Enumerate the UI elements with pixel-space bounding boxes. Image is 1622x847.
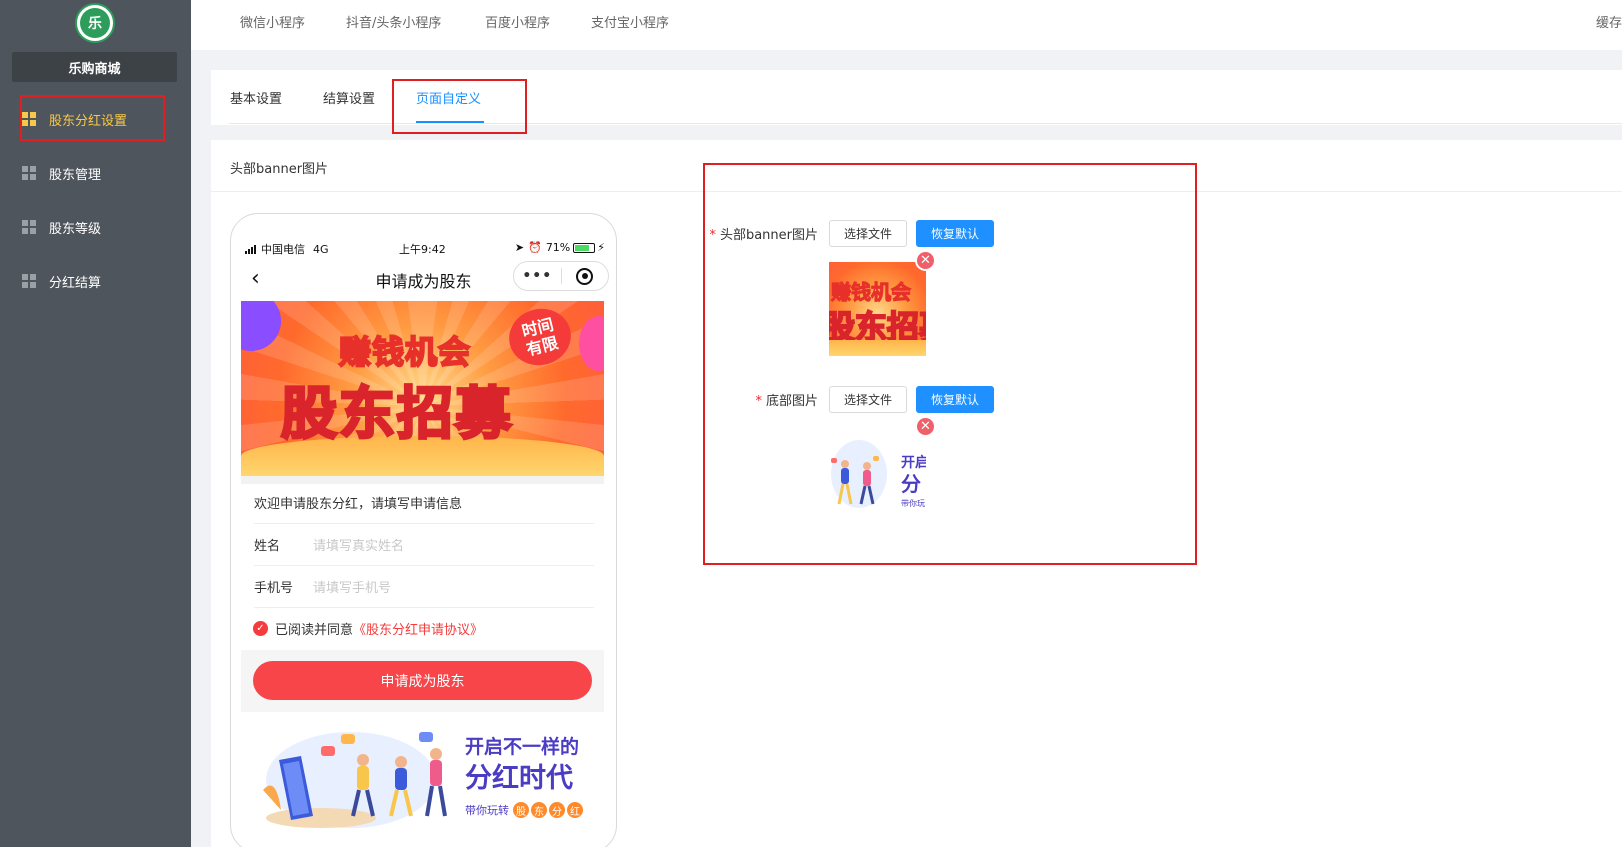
- grid-icon: [22, 112, 36, 126]
- tabs-divider: [229, 123, 1622, 124]
- header-banner-label: * 头部banner图片: [709, 228, 818, 243]
- footer-image-choose-file-button[interactable]: 选择文件: [829, 386, 907, 413]
- footer-image-delete-icon[interactable]: ✕: [915, 416, 936, 437]
- header-banner-reset-button[interactable]: 恢复默认: [916, 220, 994, 247]
- topnav-wechat-miniprogram[interactable]: 微信小程序: [240, 0, 305, 42]
- sidebar-item-dividend-settings[interactable]: 股东分红设置: [0, 99, 191, 139]
- charging-icon: ⚡: [597, 241, 605, 254]
- more-icon[interactable]: •••: [514, 268, 561, 284]
- welcome-text: 欢迎申请股东分红，请填写申请信息: [254, 482, 594, 524]
- section-title: 头部banner图片: [230, 162, 329, 177]
- grid-icon: [22, 220, 36, 234]
- section-divider: [211, 191, 1622, 192]
- battery-level: 71%: [545, 241, 571, 254]
- agreement-link[interactable]: 《股东分红申请协议》: [353, 619, 483, 638]
- phone-preview: 中国电信 4G 上午9:42 ➤ ⏰ 71% ⚡ ‹ 申请成为股东 ••• 赚钱…: [230, 213, 617, 847]
- banner-title: 股东招募: [280, 381, 513, 449]
- sidebar-item-label: 分红结算: [49, 275, 102, 291]
- phone-number-label: 手机号: [254, 581, 294, 596]
- sidebar: 乐 乐购商城 股东分红设置 股东管理 股东等级 分红结算: [0, 0, 191, 847]
- tabs-card: 基本设置 结算设置 页面自定义: [211, 70, 1622, 125]
- network-type: 4G: [313, 242, 329, 256]
- top-bar: 微信小程序 抖音/头条小程序 百度小程序 支付宝小程序 缓存: [191, 0, 1622, 50]
- logo-mark: 乐: [80, 8, 110, 38]
- apply-shareholder-button[interactable]: 申请成为股东: [253, 661, 592, 700]
- signal-icon: [245, 244, 257, 254]
- footer-line3: 带你玩转 股 东 分 红: [465, 802, 583, 818]
- sidebar-item-shareholder-levels[interactable]: 股东等级: [0, 207, 191, 247]
- sidebar-item-label: 股东等级: [49, 221, 102, 237]
- phone-status-bar: 中国电信 4G 上午9:42 ➤ ⏰ 71% ⚡: [245, 241, 605, 257]
- phone-number-placeholder: 请填写手机号: [313, 581, 392, 596]
- grid-icon: [22, 274, 36, 288]
- alarm-icon: ⏰: [528, 241, 542, 254]
- recruit-banner: 赚钱机会 股东招募 时间 有限: [241, 301, 604, 476]
- sidebar-item-shareholder-management[interactable]: 股东管理: [0, 153, 191, 193]
- footer-line2: 分红时代: [465, 763, 573, 794]
- name-field[interactable]: 姓名 请填写真实姓名: [254, 524, 594, 566]
- tab-active-indicator: [416, 121, 484, 123]
- location-icon: ➤: [514, 241, 525, 254]
- phone-number-field[interactable]: 手机号 请填写手机号: [254, 566, 594, 608]
- close-miniprogram-icon[interactable]: [561, 267, 608, 285]
- header-banner-thumbnail: 赚钱机会 股东招募: [829, 262, 926, 356]
- status-time: 上午9:42: [399, 243, 446, 256]
- phone-navbar: ‹ 申请成为股东 •••: [231, 261, 616, 294]
- footer-image-reset-button[interactable]: 恢复默认: [916, 386, 994, 413]
- footer-image-thumbnail: 开启 分 带你玩: [829, 428, 926, 522]
- header-banner-delete-icon[interactable]: ✕: [915, 250, 936, 271]
- carrier: 中国电信: [261, 243, 305, 256]
- sidebar-item-label: 股东管理: [49, 167, 102, 183]
- grid-icon: [22, 166, 36, 180]
- miniprogram-capsule: •••: [513, 261, 609, 291]
- cache-button[interactable]: 缓存: [1596, 0, 1622, 42]
- apply-button-area: 申请成为股东: [241, 650, 604, 712]
- tab-settlement-settings[interactable]: 结算设置: [323, 88, 375, 107]
- shop-name: 乐购商城: [12, 52, 177, 82]
- footer-line1: 开启不一样的: [465, 736, 580, 758]
- footer-image-label: * 底部图片: [755, 394, 818, 409]
- header-banner-choose-file-button[interactable]: 选择文件: [829, 220, 907, 247]
- sidebar-item-label: 股东分红设置: [49, 113, 128, 129]
- battery-icon: [573, 242, 596, 253]
- tab-page-customize[interactable]: 页面自定义: [416, 88, 481, 107]
- topnav-alipay-miniprogram[interactable]: 支付宝小程序: [591, 0, 669, 42]
- footer-illustration: 开启不一样的 分红时代 带你玩转 股 东 分 红: [241, 720, 604, 830]
- tab-basic-settings[interactable]: 基本设置: [230, 88, 282, 107]
- name-placeholder: 请填写真实姓名: [313, 539, 405, 554]
- agreement-row: ✓ 已阅读并同意 《股东分红申请协议》: [253, 619, 483, 638]
- name-label: 姓名: [254, 539, 281, 554]
- agree-checkbox[interactable]: ✓: [253, 621, 268, 636]
- agree-text: 已阅读并同意: [275, 623, 354, 638]
- sidebar-item-dividend-settlement[interactable]: 分红结算: [0, 261, 191, 301]
- topnav-douyin-miniprogram[interactable]: 抖音/头条小程序: [346, 0, 441, 42]
- shop-logo: 乐: [75, 3, 115, 43]
- banner-subtitle: 赚钱机会: [338, 332, 472, 372]
- topnav-baidu-miniprogram[interactable]: 百度小程序: [485, 0, 550, 42]
- app-root: 乐 乐购商城 股东分红设置 股东管理 股东等级 分红结算 微信小程序 抖音/头条…: [0, 0, 1622, 847]
